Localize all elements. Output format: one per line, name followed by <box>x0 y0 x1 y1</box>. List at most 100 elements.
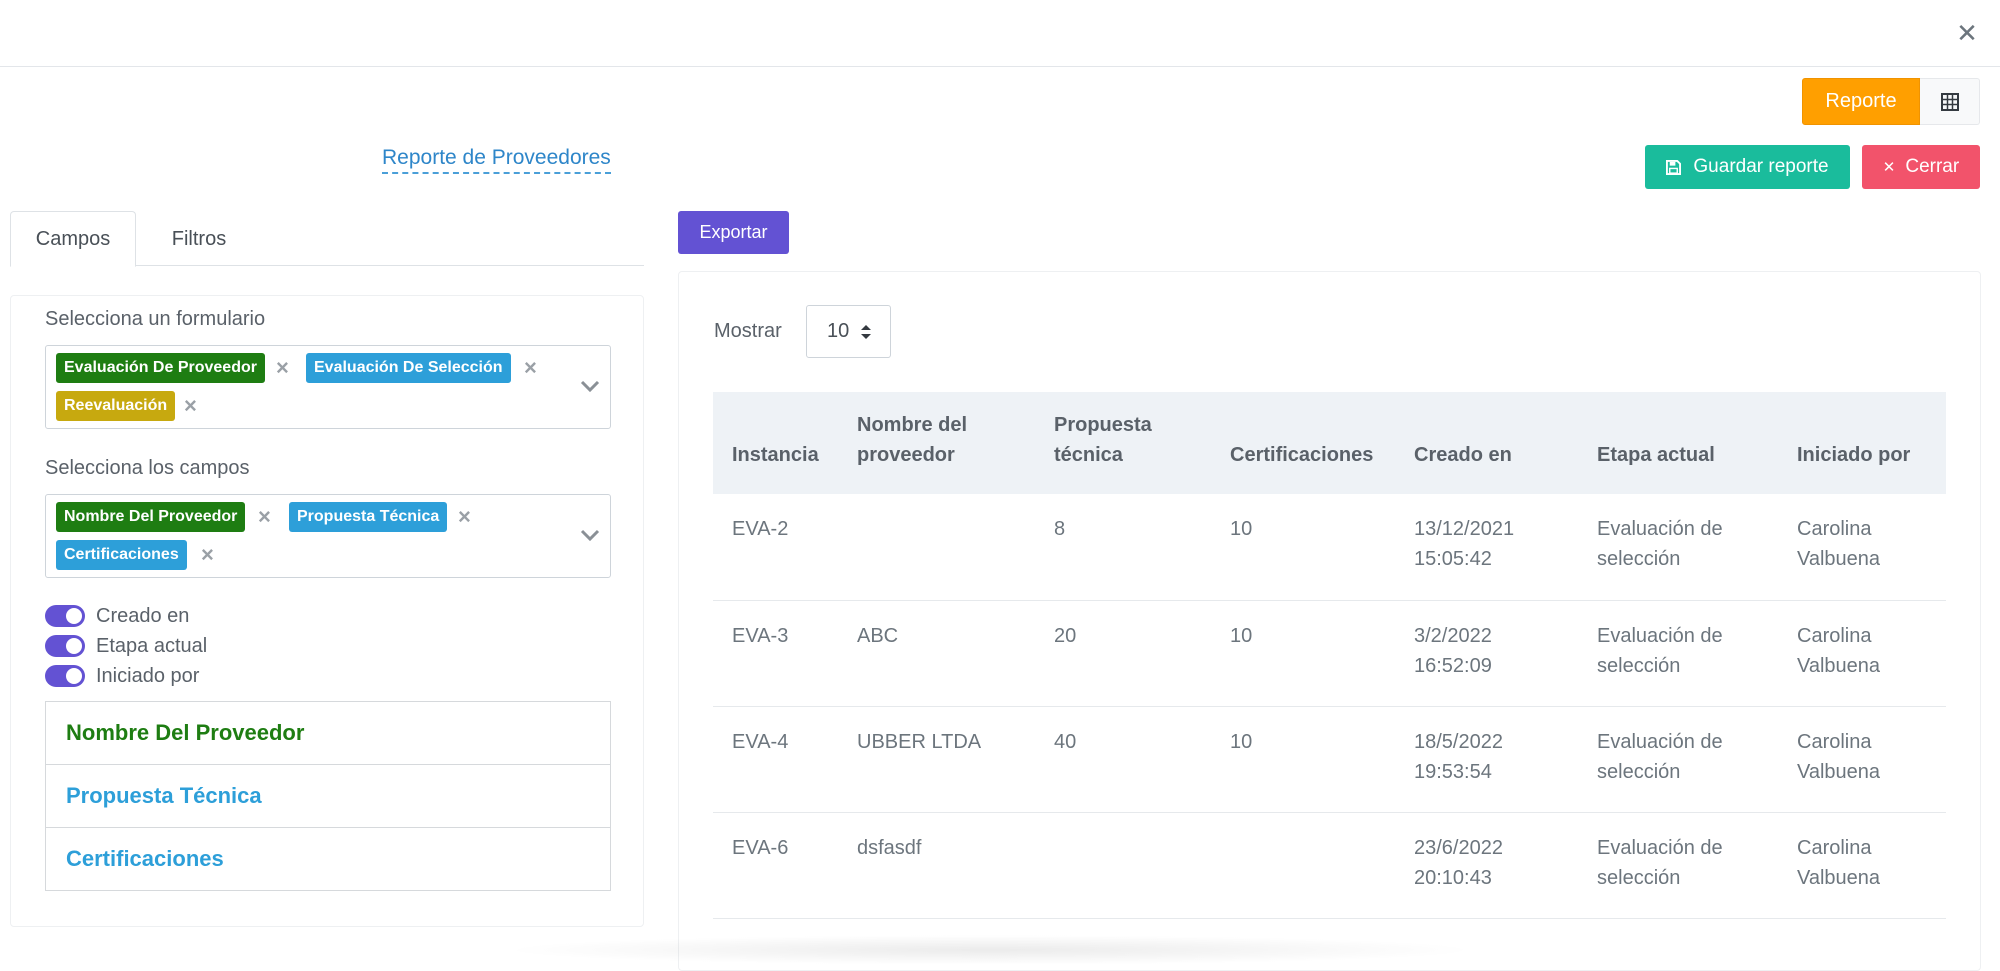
cell-certifications: 10 <box>1211 494 1395 601</box>
column-header[interactable]: Creado en <box>1395 392 1578 494</box>
fields-select-label: Selecciona los campos <box>45 457 250 479</box>
column-header[interactable]: Certificaciones <box>1211 392 1395 494</box>
created-date: 23/6/2022 <box>1414 836 1503 859</box>
save-report-button[interactable]: Guardar reporte <box>1645 145 1850 189</box>
modal-header: ✕ <box>0 0 2000 67</box>
report-preview-panel: Mostrar 10 Instancia Nombre del proveedo… <box>678 271 1981 971</box>
field-list-item[interactable]: Nombre Del Proveedor <box>45 701 611 765</box>
report-table: Instancia Nombre del proveedor Propuesta… <box>713 392 1946 919</box>
remove-chip-icon[interactable]: × <box>201 540 214 570</box>
fields-panel: Selecciona un formulario Evaluación De P… <box>10 295 644 927</box>
remove-chip-icon[interactable]: × <box>276 353 289 383</box>
grid-view-button[interactable] <box>1920 78 1980 125</box>
toggle-switch[interactable] <box>45 605 85 627</box>
page-size-select[interactable]: 10 <box>806 305 891 358</box>
report-view-button[interactable]: Reporte <box>1802 78 1920 125</box>
created-date: 3/2/2022 <box>1414 624 1492 647</box>
cell-technical-proposal: 20 <box>1035 600 1211 707</box>
close-icon[interactable]: ✕ <box>1952 18 1982 48</box>
toggle-switch[interactable] <box>45 665 85 687</box>
table-row: EVA-3 ABC 20 10 3/2/2022 16:52:09 Evaluac… <box>713 600 1946 707</box>
stage-line: Evaluación de <box>1597 730 1723 753</box>
started-by-line: Valbuena <box>1797 548 1881 570</box>
selected-fields-list: Nombre Del Proveedor Propuesta Técnica C… <box>45 701 611 891</box>
chevron-down-icon[interactable] <box>576 521 604 549</box>
cell-technical-proposal: 8 <box>1035 494 1211 601</box>
cell-current-stage: Evaluación de selección <box>1578 494 1778 601</box>
toggle-started-by[interactable]: Iniciado por <box>45 663 199 689</box>
config-tabs: Campos Filtros <box>10 211 644 267</box>
form-chip: Evaluación De Selección <box>306 353 511 383</box>
cell-started-by: Carolina Valbuena <box>1778 600 1946 707</box>
cell-supplier-name <box>838 494 1035 601</box>
cell-instance: EVA-4 <box>713 706 838 813</box>
started-by-line: Valbuena <box>1797 866 1881 889</box>
column-header[interactable]: Nombre del proveedor <box>838 392 1035 494</box>
save-report-label: Guardar reporte <box>1693 156 1829 177</box>
cell-technical-proposal: 40 <box>1035 706 1211 813</box>
form-chip: Reevaluación <box>56 391 176 421</box>
column-header[interactable]: Instancia <box>713 392 838 494</box>
tab-filtros[interactable]: Filtros <box>136 211 262 267</box>
toggle-current-stage[interactable]: Etapa actual <box>45 633 207 659</box>
started-by-line: Valbuena <box>1797 654 1881 677</box>
cell-current-stage: Evaluación de selección <box>1578 600 1778 707</box>
sort-arrows-icon <box>861 325 871 339</box>
fields-multiselect[interactable]: Nombre Del Proveedor × Propuesta Técnica… <box>45 494 611 578</box>
started-by-line: Carolina <box>1797 730 1872 753</box>
chevron-down-icon[interactable] <box>576 372 604 400</box>
column-header[interactable]: Propuesta técnica <box>1035 392 1211 494</box>
stage-line: selección <box>1597 654 1681 677</box>
form-select-label: Selecciona un formulario <box>45 308 266 330</box>
grid-icon <box>1940 92 1959 111</box>
toggle-created-at[interactable]: Creado en <box>45 603 189 629</box>
started-by-line: Carolina <box>1797 518 1872 540</box>
toggle-label: Etapa actual <box>96 634 208 657</box>
floppy-disk-icon <box>1666 159 1682 175</box>
cell-supplier-name: dsfasdf <box>838 812 1035 919</box>
stage-line: selección <box>1597 760 1681 783</box>
remove-chip-icon[interactable]: × <box>184 391 197 421</box>
table-row: EVA-2 8 10 13/12/2021 15:05:42 Evaluación… <box>713 494 1946 601</box>
remove-chip-icon[interactable]: × <box>258 502 271 532</box>
created-time: 19:53:54 <box>1414 760 1492 783</box>
remove-chip-icon[interactable]: × <box>458 502 471 532</box>
field-chip: Propuesta Técnica <box>289 502 448 532</box>
stage-line: Evaluación de <box>1597 836 1723 859</box>
created-date: 18/5/2022 <box>1414 730 1503 753</box>
field-list-item[interactable]: Propuesta Técnica <box>45 764 611 828</box>
field-chip: Nombre Del Proveedor <box>56 502 246 532</box>
close-icon: ✕ <box>1882 159 1896 176</box>
column-header[interactable]: Iniciado por <box>1778 392 1946 494</box>
stage-line: Evaluación de <box>1597 624 1723 647</box>
started-by-line: Valbuena <box>1797 760 1881 783</box>
report-title[interactable]: Reporte de Proveedores <box>382 146 611 174</box>
cell-supplier-name: ABC <box>838 600 1035 707</box>
field-chip: Certificaciones <box>56 540 187 570</box>
started-by-line: Carolina <box>1797 624 1872 647</box>
created-time: 15:05:42 <box>1414 548 1492 570</box>
stage-line: selección <box>1597 548 1681 570</box>
toggle-switch[interactable] <box>45 635 85 657</box>
cell-current-stage: Evaluación de selección <box>1578 812 1778 919</box>
close-report-button[interactable]: ✕ Cerrar <box>1862 145 1980 189</box>
stage-line: Evaluación de <box>1597 518 1723 540</box>
table-header-row: Instancia Nombre del proveedor Propuesta… <box>713 392 1946 494</box>
cell-created-at: 3/2/2022 16:52:09 <box>1395 600 1578 707</box>
cell-created-at: 13/12/2021 15:05:42 <box>1395 494 1578 601</box>
cell-created-at: 23/6/2022 20:10:43 <box>1395 812 1578 919</box>
cell-instance: EVA-2 <box>713 494 838 601</box>
form-multiselect[interactable]: Evaluación De Proveedor × Evaluación De … <box>45 345 611 429</box>
created-time: 20:10:43 <box>1414 866 1492 889</box>
field-list-item[interactable]: Certificaciones <box>45 827 611 891</box>
stage-line: selección <box>1597 866 1681 889</box>
export-button[interactable]: Exportar <box>678 211 789 254</box>
column-header[interactable]: Etapa actual <box>1578 392 1778 494</box>
remove-chip-icon[interactable]: × <box>524 353 537 383</box>
cell-technical-proposal <box>1035 812 1211 919</box>
scroll-shadow <box>500 935 1480 965</box>
page-size-value: 10 <box>827 320 850 342</box>
tab-campos[interactable]: Campos <box>10 211 136 267</box>
cell-started-by: Carolina Valbuena <box>1778 812 1946 919</box>
cell-certifications <box>1211 812 1395 919</box>
